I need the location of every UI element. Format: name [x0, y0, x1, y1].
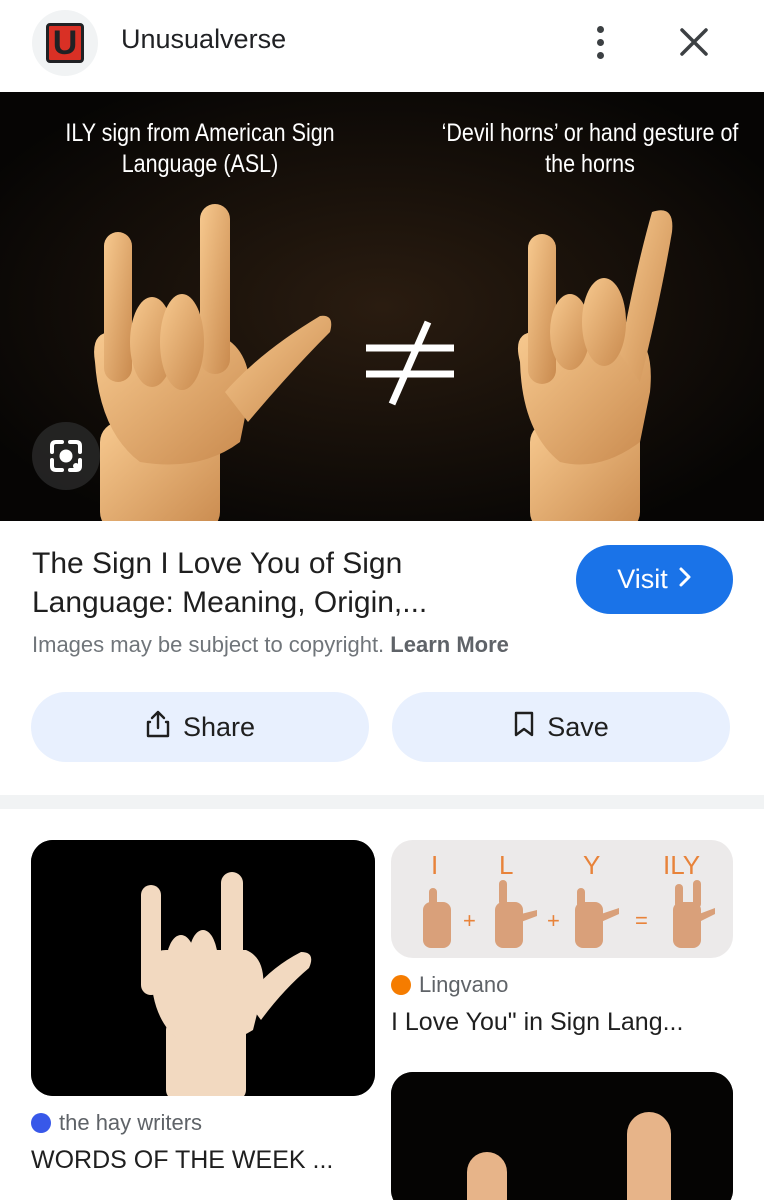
- share-label: Share: [182, 711, 256, 742]
- ily-plus-2: +: [547, 908, 560, 933]
- caption-right: ‘Devil horns’ or hand gesture of the hor…: [441, 119, 739, 178]
- share-icon: [145, 709, 171, 746]
- ily-plus-1: +: [463, 908, 476, 933]
- not-equal-icon: [362, 314, 458, 410]
- top-bar: U Unusualverse: [0, 0, 764, 92]
- related-image-hand[interactable]: [31, 840, 375, 1096]
- related-image-finger[interactable]: [391, 1072, 733, 1200]
- related-source-1[interactable]: the hay writers: [31, 1110, 202, 1136]
- wordpress-icon: [31, 1113, 51, 1133]
- caption-left: ILY sign from American Sign Language (AS…: [65, 119, 335, 178]
- chevron-right-icon: [678, 564, 692, 595]
- related-title-1[interactable]: WORDS OF THE WEEK ...: [31, 1146, 333, 1175]
- copyright-notice: Images may be subject to copyright. Lear…: [32, 632, 509, 658]
- site-name[interactable]: Unusualverse: [121, 24, 286, 55]
- save-button[interactable]: Save: [392, 692, 730, 762]
- related-source-1-label: the hay writers: [59, 1110, 203, 1135]
- share-button[interactable]: Share: [31, 692, 369, 762]
- related-source-2[interactable]: Lingvano: [391, 972, 508, 998]
- visit-label: Visit: [617, 564, 668, 594]
- related-image-ily[interactable]: I L Y ILY + + =: [391, 840, 733, 958]
- hero-image[interactable]: ILY sign from American Sign Language (AS…: [0, 92, 764, 521]
- learn-more-link[interactable]: Learn More: [390, 632, 509, 657]
- section-divider: [0, 795, 764, 809]
- bookmark-icon: [513, 710, 535, 745]
- google-lens-icon[interactable]: [32, 422, 100, 490]
- copyright-text: Images may be subject to copyright.: [32, 632, 385, 657]
- lingvano-icon: [391, 975, 411, 995]
- save-label: Save: [547, 711, 609, 742]
- close-icon[interactable]: [672, 20, 716, 64]
- visit-button[interactable]: Visit: [576, 545, 733, 614]
- site-logo[interactable]: U: [32, 10, 98, 76]
- ily-equals: =: [635, 908, 648, 933]
- result-title[interactable]: The Sign I Love You of Sign Language: Me…: [32, 544, 552, 622]
- logo-letter: U: [46, 23, 84, 63]
- related-title-2[interactable]: I Love You" in Sign Lang...: [391, 1008, 683, 1037]
- more-vert-icon[interactable]: [580, 20, 620, 64]
- related-source-2-label: Lingvano: [419, 972, 509, 997]
